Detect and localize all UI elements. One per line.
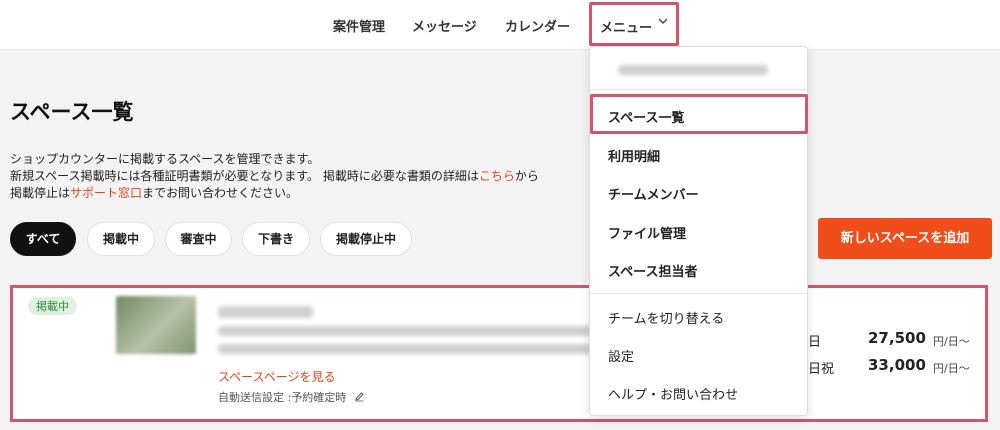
price-holiday-unit: 円/日〜 <box>933 362 970 375</box>
description-text: から <box>514 169 539 183</box>
documents-link[interactable]: こちら <box>479 169 515 183</box>
menu-item-settings[interactable]: 設定 <box>608 346 634 365</box>
price-weekday-label: 日 <box>808 335 822 350</box>
auto-send-setting: 自動送信設定 :予約確定時 <box>218 389 365 405</box>
menu-item-file-management[interactable]: ファイル管理 <box>608 223 686 242</box>
space-desc-redacted <box>218 344 598 354</box>
space-thumbnail[interactable] <box>116 296 196 354</box>
add-space-button[interactable]: 新しいスペースを追加 <box>818 218 992 259</box>
view-space-link[interactable]: スペースページを見る <box>218 368 335 385</box>
description-text: 新規スペース掲載時には各種証明書類が必要となります。 掲載時に必要な書類の詳細は <box>10 169 479 183</box>
price-holiday-value: 33,000 <box>868 356 926 374</box>
nav-menu-label: メニュー <box>600 21 653 36</box>
account-name-redacted <box>618 65 768 75</box>
description-line-3: 掲載停止はサポート窓口までお問い合わせください。 <box>10 184 298 201</box>
menu-item-switch-team[interactable]: チームを切り替える <box>608 308 724 327</box>
menu-item-usage[interactable]: 利用明細 <box>608 146 660 165</box>
price-holiday-label: 日祝 <box>808 362 835 377</box>
top-nav: 案件管理 メッセージ カレンダー メニュー <box>0 0 1000 50</box>
nav-item-cases[interactable]: 案件管理 <box>333 16 385 35</box>
filter-published[interactable]: 掲載中 <box>87 222 155 256</box>
page-title: スペース一覧 <box>10 100 134 124</box>
description-line-1: ショップカウンターに掲載するスペースを管理できます。 <box>10 152 320 166</box>
menu-item-team-members[interactable]: チームメンバー <box>608 184 699 203</box>
support-link[interactable]: サポート窓口 <box>70 186 142 200</box>
price-weekday-value: 27,500 <box>868 329 926 347</box>
description-text: までお問い合わせください。 <box>142 186 299 200</box>
menu-dropdown: スペース一覧 利用明細 チームメンバー ファイル管理 スペース担当者 チームを切… <box>589 46 808 416</box>
filter-suspended[interactable]: 掲載停止中 <box>320 222 412 256</box>
space-card: 掲載中 スペースページを見る 自動送信設定 :予約確定時 日 27,500 円/… <box>10 285 988 422</box>
divider <box>590 89 807 90</box>
filter-draft[interactable]: 下書き <box>242 222 310 256</box>
nav-item-calendar[interactable]: カレンダー <box>505 16 570 35</box>
space-name-redacted <box>218 306 313 318</box>
filter-reviewing[interactable]: 審査中 <box>165 222 232 256</box>
pencil-icon[interactable] <box>354 391 365 405</box>
auto-send-label: 自動送信設定 :予約確定時 <box>218 391 347 404</box>
divider <box>590 293 807 294</box>
space-desc-redacted <box>218 326 598 336</box>
status-badge: 掲載中 <box>28 297 77 315</box>
description-text: 掲載停止は <box>10 186 71 200</box>
chevron-down-icon <box>658 16 668 29</box>
nav-item-messages[interactable]: メッセージ <box>412 16 477 35</box>
filter-all[interactable]: すべて <box>10 222 76 256</box>
menu-item-space-staff[interactable]: スペース担当者 <box>608 261 697 280</box>
nav-menu-button[interactable]: メニュー <box>589 2 679 46</box>
description-line-2: 新規スペース掲載時には各種証明書類が必要となります。 掲載時に必要な書類の詳細は… <box>10 167 539 184</box>
price-weekday-unit: 円/日〜 <box>933 335 970 348</box>
menu-item-space-list[interactable]: スペース一覧 <box>608 107 684 126</box>
menu-item-help[interactable]: ヘルプ・お問い合わせ <box>608 384 738 403</box>
